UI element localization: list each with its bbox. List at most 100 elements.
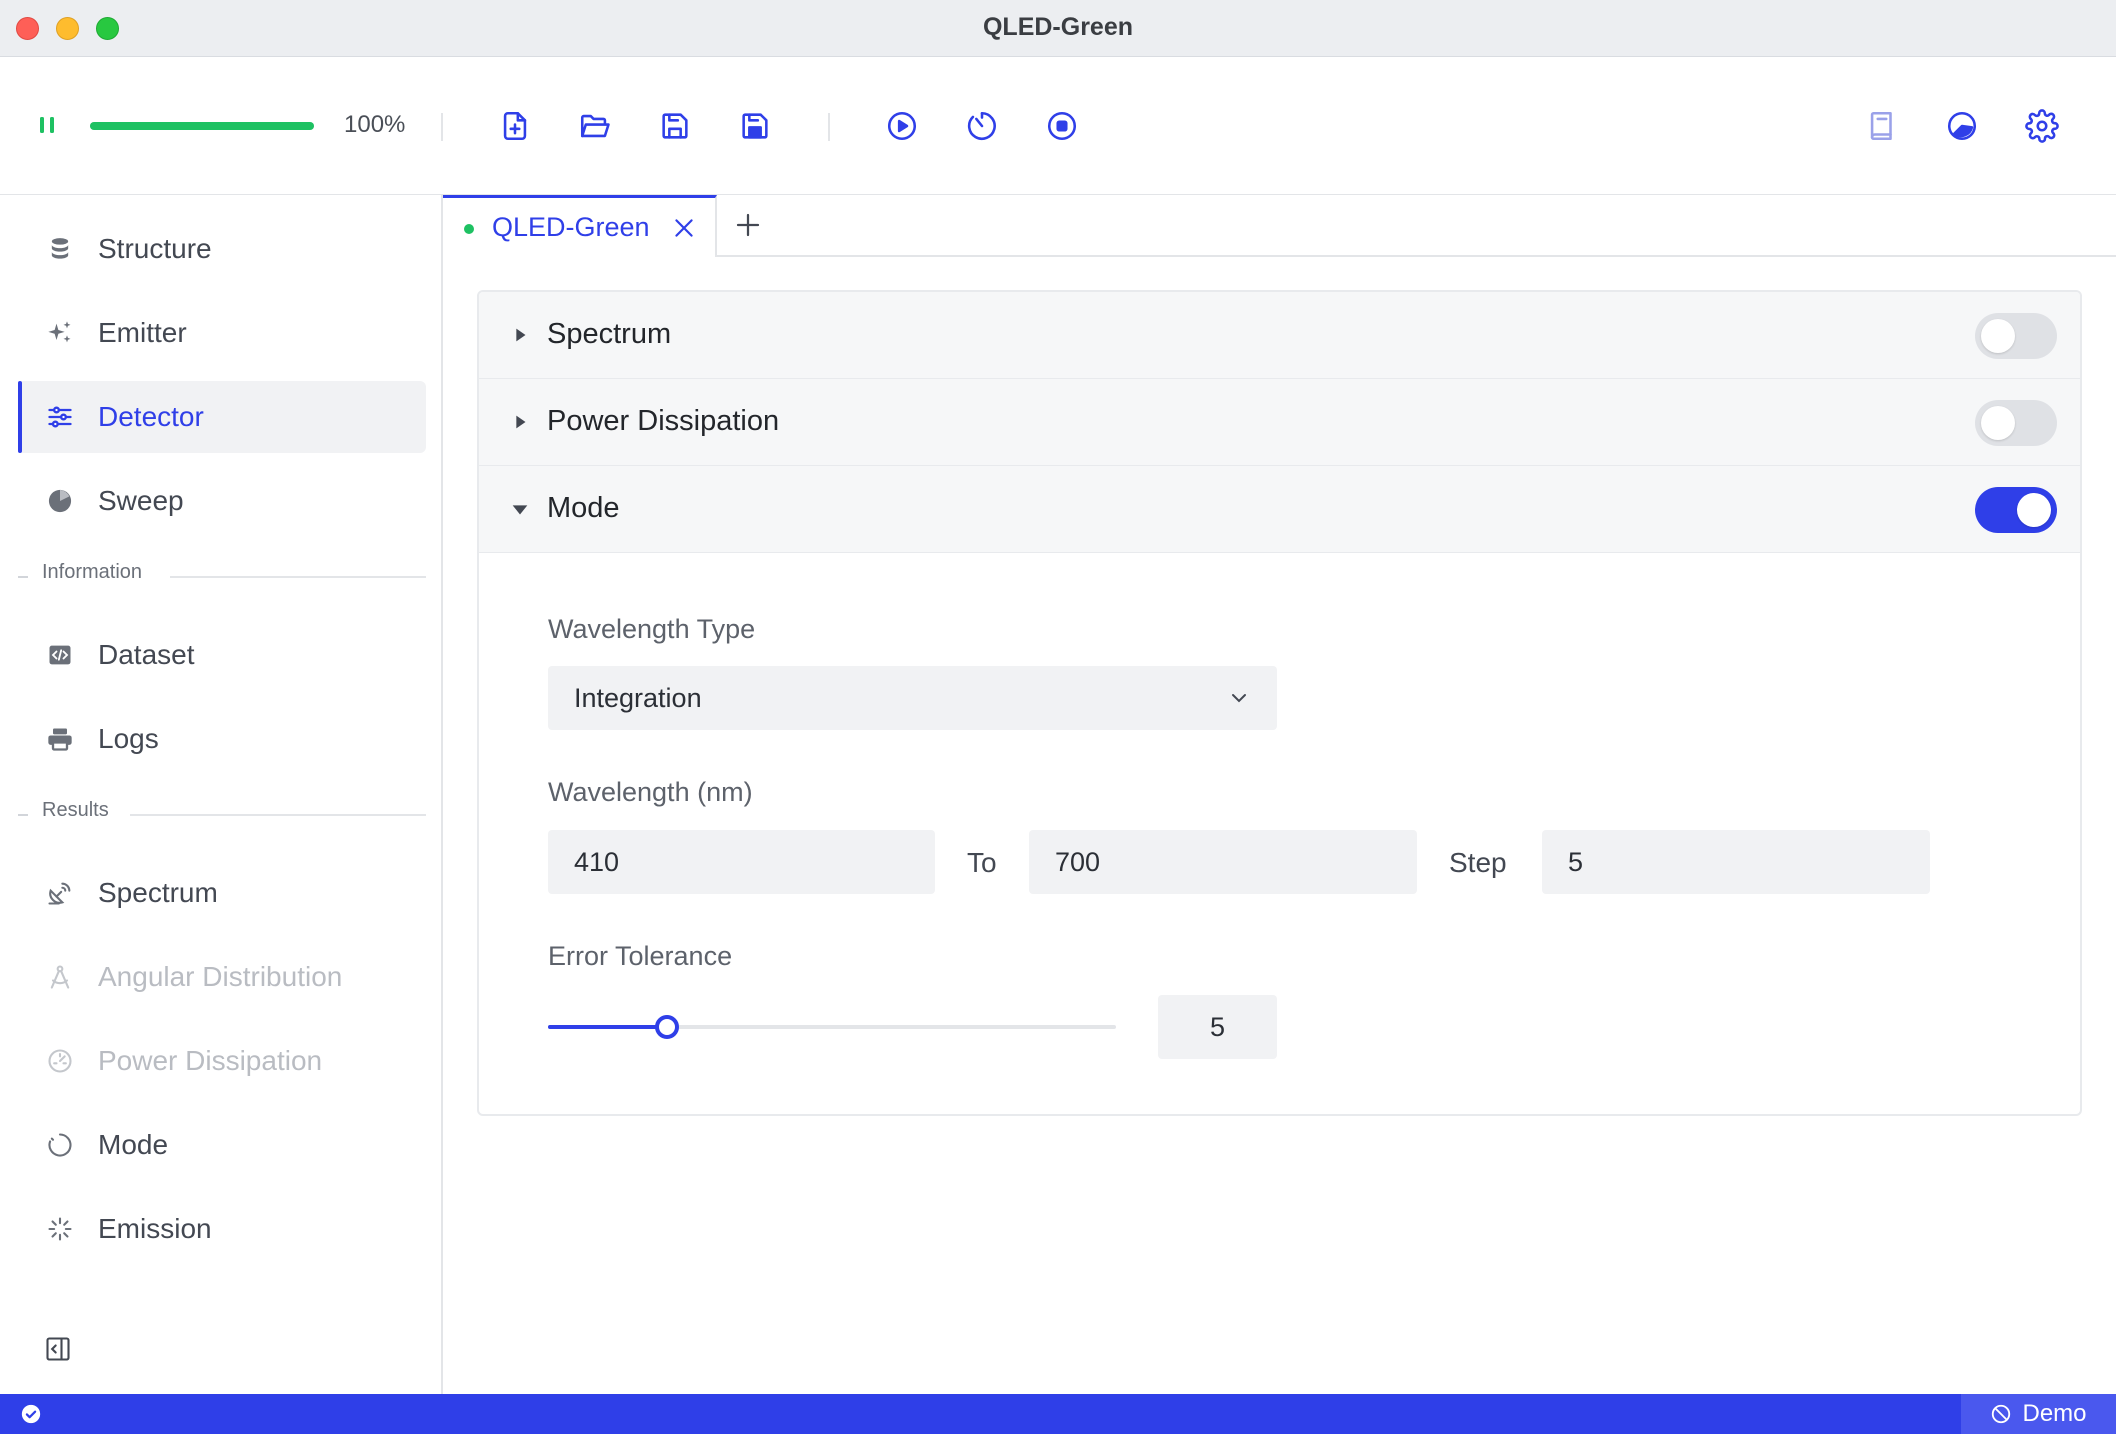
toolbar-divider	[441, 113, 443, 141]
play-icon	[887, 111, 917, 141]
wavelength-to-input[interactable]: 700	[1029, 830, 1417, 894]
progress-label: 100%	[344, 111, 406, 138]
sidebar-item-label: Sweep	[98, 485, 184, 516]
gauge-icon	[48, 1049, 72, 1073]
power-dissipation-toggle[interactable]	[1975, 400, 2057, 446]
ban-icon	[1992, 1404, 2011, 1424]
caret-down-icon	[512, 505, 528, 515]
add-tab-icon[interactable]	[733, 210, 763, 240]
demo-badge[interactable]: Demo	[1961, 1394, 2116, 1434]
check-circle-icon[interactable]	[20, 1403, 42, 1425]
error-tolerance-slider[interactable]	[548, 1015, 1116, 1039]
sidebar-item-power-dissipation[interactable]: Power Dissipation	[18, 1025, 426, 1097]
slider-thumb[interactable]	[655, 1015, 680, 1039]
save-as-button[interactable]	[734, 105, 776, 147]
sidebar-item-label: Spectrum	[98, 877, 218, 908]
chevron-down-icon	[1232, 694, 1246, 703]
sidebar-item-mode[interactable]: Mode	[18, 1109, 426, 1181]
sparkles-icon	[48, 321, 71, 343]
open-folder-button[interactable]	[574, 105, 616, 147]
theme-button[interactable]	[1941, 105, 1983, 147]
tab-qled-green[interactable]: QLED-Green	[443, 195, 717, 257]
section-header-label: Results	[42, 799, 109, 821]
burst-icon	[48, 1217, 72, 1241]
mode-toggle[interactable]	[1975, 487, 2057, 533]
caret-right-icon	[516, 328, 526, 342]
accordion-mode[interactable]: Mode	[479, 466, 2080, 553]
step-label: Step	[1449, 847, 1507, 878]
docs-button[interactable]	[1861, 105, 1903, 147]
settings-button[interactable]	[2021, 105, 2063, 147]
folder-open-icon	[580, 114, 610, 138]
select-value: Integration	[574, 683, 702, 713]
compass-icon	[50, 965, 70, 989]
sidebar-item-label: Power Dissipation	[98, 1045, 323, 1076]
timer-button[interactable]	[961, 105, 1003, 147]
new-file-button[interactable]	[494, 105, 536, 147]
stop-button[interactable]	[1041, 105, 1083, 147]
wavelength-type-label: Wavelength Type	[548, 614, 756, 644]
progress-fill	[90, 122, 314, 130]
error-tolerance-input[interactable]: 5	[1158, 995, 1277, 1059]
demo-badge-label: Demo	[2022, 1400, 2087, 1427]
pause-icon[interactable]	[38, 113, 58, 137]
timer-icon	[967, 111, 996, 140]
toolbar: 100%	[0, 57, 2116, 195]
sidebar-item-label: Dataset	[98, 639, 195, 670]
sidebar-item-spectrum[interactable]: Spectrum	[18, 857, 426, 929]
window-title: QLED-Green	[982, 13, 1134, 41]
sidebar-item-label: Detector	[98, 401, 204, 432]
sidebar-item-label: Structure	[98, 233, 212, 264]
sidebar-item-detector[interactable]: Detector	[18, 381, 426, 453]
tab-status-dot	[464, 224, 474, 234]
spectrum-toggle[interactable]	[1975, 313, 2057, 359]
error-tolerance-label: Error Tolerance	[548, 941, 733, 971]
wavelength-label: Wavelength (nm)	[548, 777, 753, 807]
section-header-results: Results	[18, 799, 426, 829]
sidebar-item-emission[interactable]: Emission	[18, 1193, 426, 1265]
close-icon[interactable]	[671, 215, 697, 241]
database-icon	[51, 238, 69, 259]
status-bar: Demo	[0, 1394, 2116, 1434]
sliders-icon	[48, 406, 72, 428]
sidebar-item-label: Angular Distribution	[98, 961, 343, 992]
toolbar-divider	[828, 113, 830, 141]
slider-fill	[548, 1025, 668, 1029]
sidebar-item-sweep[interactable]: Sweep	[18, 465, 426, 537]
sidebar-item-label: Emitter	[98, 317, 187, 348]
save-filled-icon	[742, 113, 768, 139]
pie-icon	[48, 489, 72, 513]
accordion-title: Mode	[547, 492, 620, 524]
wavelength-step-input[interactable]: 5	[1542, 830, 1930, 894]
caret-right-icon	[516, 415, 526, 429]
accordion-spectrum[interactable]: Spectrum	[479, 292, 2080, 379]
theme-icon	[1947, 111, 1977, 141]
to-label: To	[967, 847, 997, 878]
section-header-label: Information	[42, 561, 143, 583]
save-button[interactable]	[654, 105, 696, 147]
detector-panel: Spectrum Power Dissipation Mode Waveleng…	[477, 290, 2082, 1116]
accordion-power-dissipation[interactable]: Power Dissipation	[479, 379, 2080, 466]
wavelength-type-select[interactable]: Integration	[548, 666, 1277, 730]
satellite-icon	[48, 882, 71, 905]
progress-bar	[90, 122, 314, 130]
wavelength-from-input[interactable]: 410	[548, 830, 935, 894]
gear-icon	[2025, 109, 2059, 143]
title-bar: QLED-Green	[0, 0, 2116, 57]
sidebar-item-structure[interactable]: Structure	[18, 213, 426, 285]
stop-icon	[1047, 111, 1077, 141]
run-button[interactable]	[881, 105, 923, 147]
sidebar-item-emitter[interactable]: Emitter	[18, 297, 426, 369]
collapse-sidebar-icon[interactable]	[44, 1335, 72, 1363]
tab-label: QLED-Green	[492, 212, 650, 242]
sidebar-item-dataset[interactable]: Dataset	[18, 619, 426, 691]
loader-icon	[48, 1133, 72, 1157]
accordion-title: Power Dissipation	[547, 405, 780, 437]
sidebar-item-angular-distribution[interactable]: Angular Distribution	[18, 941, 426, 1013]
book-icon	[1870, 111, 1892, 141]
sidebar: Structure Emitter Detector Sweep Informa…	[0, 195, 443, 1395]
sidebar-item-label: Logs	[98, 723, 159, 754]
section-header-information: Information	[18, 561, 426, 591]
accordion-title: Spectrum	[547, 318, 672, 350]
sidebar-item-logs[interactable]: Logs	[18, 703, 426, 775]
